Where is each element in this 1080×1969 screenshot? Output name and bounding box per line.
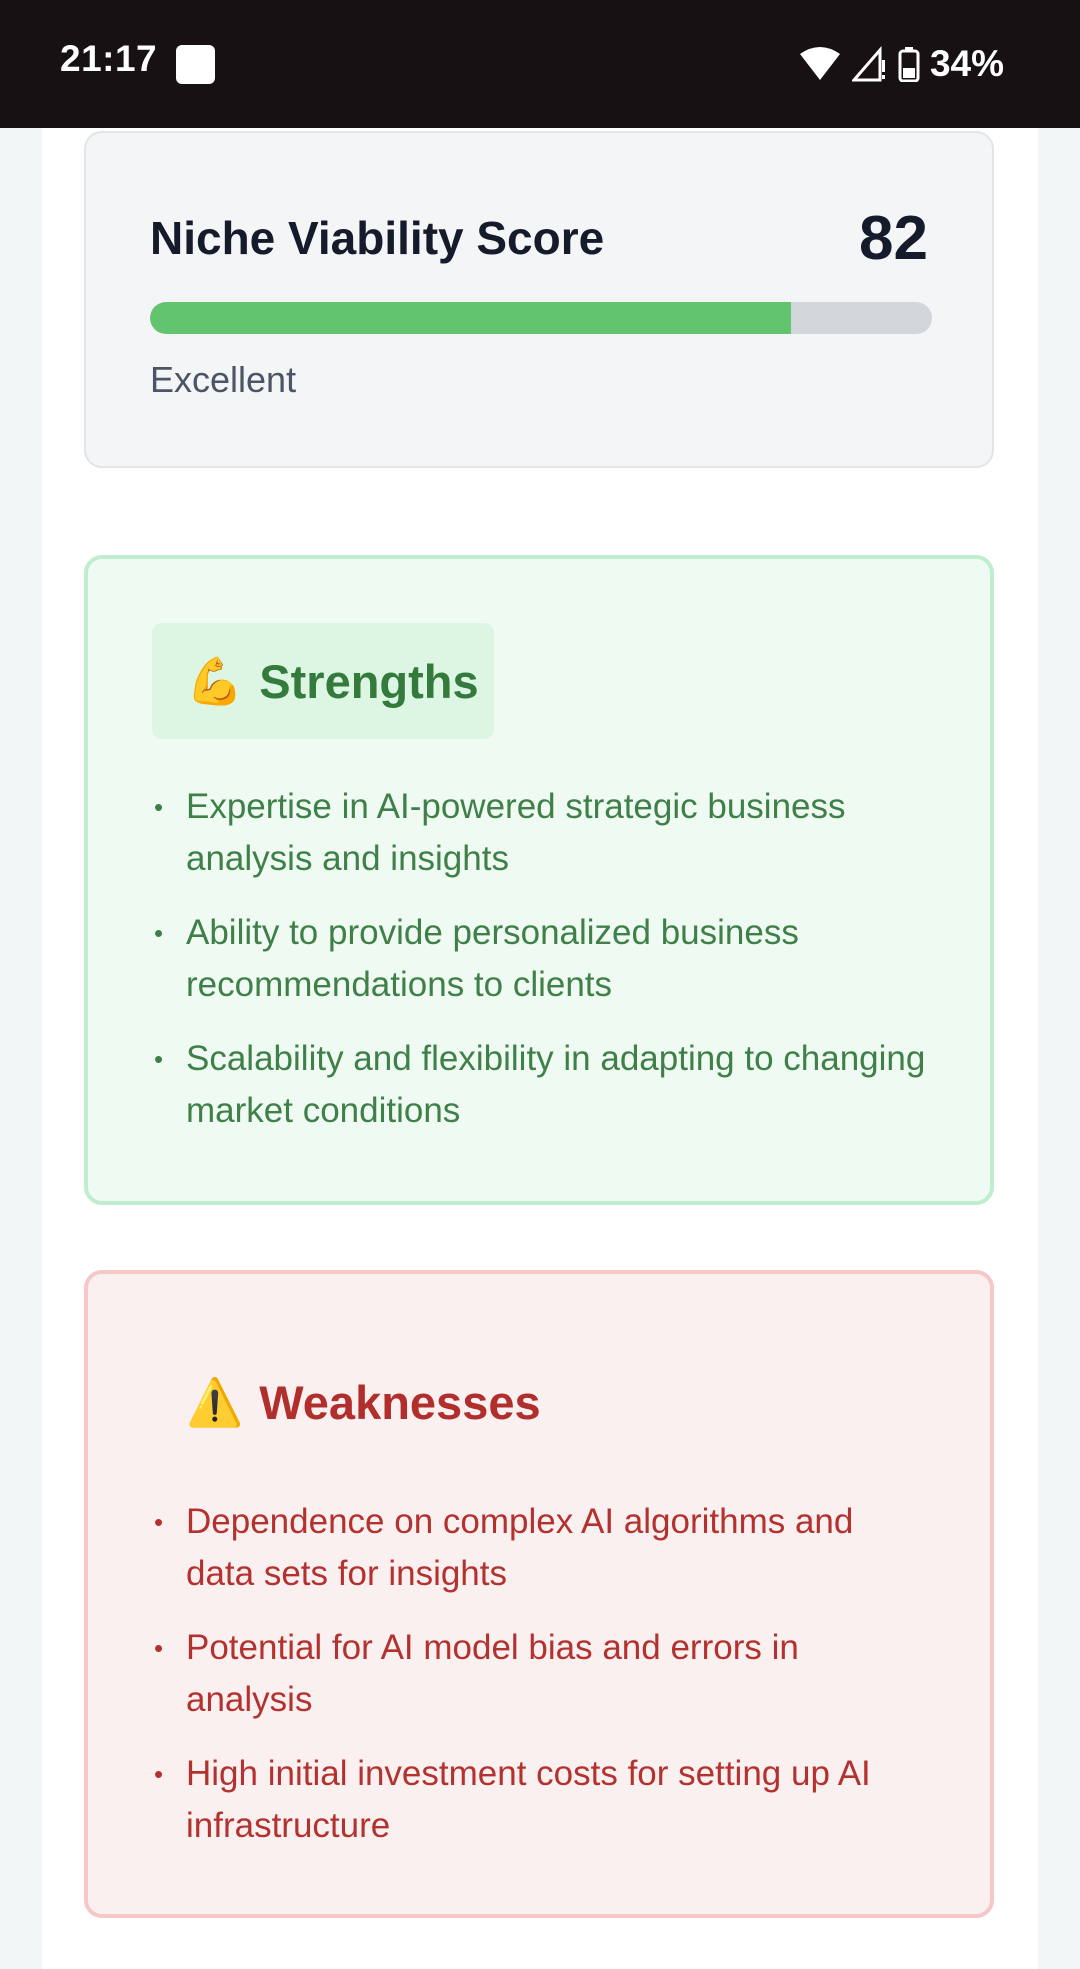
weaknesses-list: • Dependence on complex AI algorithms and… <box>152 1496 930 1874</box>
weakness-item: • Potential for AI model bias and errors … <box>154 1628 799 1719</box>
weakness-item: • High initial investment costs for setti… <box>154 1754 871 1845</box>
strengths-panel: 💪 Strengths • Expertise in AI-powered str… <box>84 555 994 1205</box>
weakness-text: Potential for AI model bias and errors i… <box>186 1628 799 1719</box>
strength-text: Ability to provide personalized business… <box>186 913 799 1004</box>
strength-item: • Ability to provide personalized busines… <box>154 913 799 1004</box>
weaknesses-header: ⚠️ Weaknesses <box>152 1344 573 1460</box>
battery-percent: 34% <box>929 43 1004 84</box>
flexed-biceps-icon: 💪 <box>186 655 244 707</box>
weaknesses-title: Weaknesses <box>259 1375 541 1429</box>
weakness-text: High initial investment costs for settin… <box>186 1754 871 1845</box>
strength-item: • Scalability and flexibility in adapting… <box>154 1039 926 1130</box>
score-rating: Excellent <box>150 359 297 400</box>
strength-item: • Expertise in AI-powered strategic busin… <box>154 787 846 878</box>
weakness-text: Dependence on complex AI algorithms and … <box>186 1502 854 1593</box>
strengths-title: Strengths <box>259 654 479 708</box>
weakness-item: • Dependence on complex AI algorithms and… <box>154 1502 854 1593</box>
niche-viability-card: Niche Viability Score 82 Excellent <box>84 131 994 468</box>
strengths-list: • Expertise in AI-powered strategic busin… <box>152 781 930 1159</box>
score-title: Niche Viability Score <box>150 212 605 264</box>
cell-signal-icon <box>851 46 885 82</box>
warning-icon: ⚠️ <box>186 1376 244 1428</box>
status-indicators: 34% <box>798 40 1004 88</box>
battery-icon <box>898 47 920 82</box>
wifi-icon <box>799 47 840 80</box>
score-progress-fill <box>150 302 792 334</box>
score-value: 82 <box>859 204 928 273</box>
status-time: 21:17 <box>60 38 158 79</box>
notification-icon <box>176 45 215 84</box>
status-bar: 21:17 34% <box>0 0 1080 128</box>
score-progress-bar <box>150 302 932 334</box>
weaknesses-panel: ⚠️ Weaknesses • Dependence on complex AI … <box>84 1270 994 1918</box>
strengths-header: 💪 Strengths <box>152 623 494 739</box>
strength-text: Expertise in AI-powered strategic busine… <box>186 787 846 878</box>
strength-text: Scalability and flexibility in adapting … <box>186 1039 926 1130</box>
